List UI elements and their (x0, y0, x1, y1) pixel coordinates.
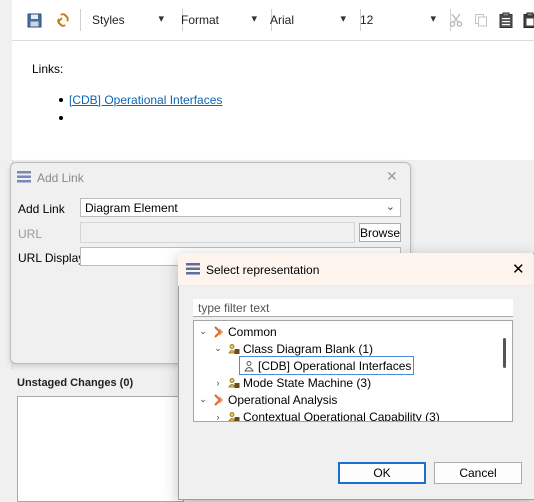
add-link-type-label: Add Link (18, 202, 65, 216)
ok-button[interactable]: OK (338, 462, 426, 484)
capella-arrow-icon (212, 325, 225, 338)
url-input (80, 222, 355, 243)
diagram-folder-icon (227, 410, 240, 421)
chevron-down-icon: ⌄ (385, 201, 395, 213)
representation-tree[interactable]: ⌄ Common ⌄ Class Diagram Blank (1) [CDB]… (193, 320, 513, 422)
tree-scrollbar-thumb[interactable] (503, 338, 506, 368)
styles-combo[interactable]: Styles ▾ (92, 9, 170, 31)
dialog-icon (186, 263, 200, 275)
chevron-down-icon[interactable]: ⌄ (213, 343, 223, 354)
add-link-dialog-title: Add Link (37, 171, 84, 185)
link-type-value: Diagram Element (85, 200, 178, 215)
font-combo[interactable]: Arial ▾ (270, 9, 352, 31)
format-label: Format (181, 13, 220, 27)
link-icon[interactable] (54, 11, 72, 29)
diagram-folder-icon (227, 376, 240, 389)
diagram-icon (242, 359, 255, 372)
tree-node-label: Common (228, 324, 277, 339)
chevron-down-icon[interactable]: ⌄ (198, 326, 208, 337)
chevron-down-icon[interactable]: ⌄ (198, 394, 208, 405)
close-icon[interactable]: ✕ (512, 260, 525, 278)
diagram-folder-icon (227, 342, 240, 355)
capella-arrow-icon (212, 393, 225, 406)
tree-node-label: Mode State Machine (3) (243, 375, 372, 390)
tree-node-operational-analysis[interactable]: ⌄ Operational Analysis (198, 391, 337, 408)
save-icon[interactable] (25, 11, 43, 29)
tree-node-mode-state-machine[interactable]: › Mode State Machine (3) (213, 374, 372, 391)
toolbar-separator (80, 9, 81, 31)
operational-interfaces-link[interactable]: [CDB] Operational Interfaces (69, 93, 222, 107)
cut-icon[interactable] (447, 11, 465, 29)
editor-toolbar: Styles ▾ Format ▾ Arial ▾ 12 ▾ (12, 0, 534, 41)
cancel-button[interactable]: Cancel (434, 462, 522, 484)
select-representation-title: Select representation (206, 263, 320, 277)
unstaged-changes-list[interactable] (17, 396, 184, 502)
chevron-down-icon: ▾ (158, 13, 164, 25)
chevron-down-icon: ▾ (251, 13, 257, 25)
format-combo[interactable]: Format ▾ (181, 9, 263, 31)
list-bullet (59, 98, 63, 102)
list-bullet (59, 116, 63, 120)
browse-button[interactable]: Browse (359, 223, 401, 242)
tree-node-contextual-operational-capability[interactable]: › Contextual Operational Capability (3) (213, 408, 440, 422)
copy-icon[interactable] (472, 11, 490, 29)
links-heading: Links: (32, 62, 64, 76)
tree-node-label: Class Diagram Blank (1) (243, 341, 374, 356)
tree-node-label: Contextual Operational Capability (3) (243, 409, 440, 422)
font-size-combo[interactable]: 12 ▾ (360, 9, 442, 31)
chevron-down-icon: ▾ (340, 13, 346, 25)
unstaged-changes-title: Unstaged Changes (0) (17, 377, 134, 389)
tree-node-common[interactable]: ⌄ Common (198, 323, 277, 340)
chevron-right-icon[interactable]: › (213, 412, 223, 422)
tree-node-label: Operational Analysis (228, 392, 338, 407)
font-value: Arial (270, 13, 295, 27)
url-label: URL (18, 227, 43, 241)
chevron-down-icon: ▾ (430, 13, 436, 25)
close-icon[interactable]: ✕ (386, 168, 398, 185)
chevron-right-icon[interactable]: › (213, 378, 223, 388)
font-size-value: 12 (360, 13, 374, 27)
paste-icon[interactable] (497, 11, 515, 29)
dialog-icon (17, 171, 31, 183)
tree-node-class-diagram-blank[interactable]: ⌄ Class Diagram Blank (1) (213, 340, 373, 357)
styles-label: Styles (92, 13, 125, 27)
tree-node-label: [CDB] Operational Interfaces (258, 358, 412, 373)
tree-node-cdb-operational-interfaces[interactable]: [CDB] Operational Interfaces (239, 356, 415, 375)
url-display-label: URL Display (18, 251, 85, 265)
paste-special-icon[interactable] (521, 11, 534, 29)
link-type-select[interactable]: Diagram Element ⌄ (80, 198, 401, 217)
filter-input[interactable] (193, 299, 513, 317)
